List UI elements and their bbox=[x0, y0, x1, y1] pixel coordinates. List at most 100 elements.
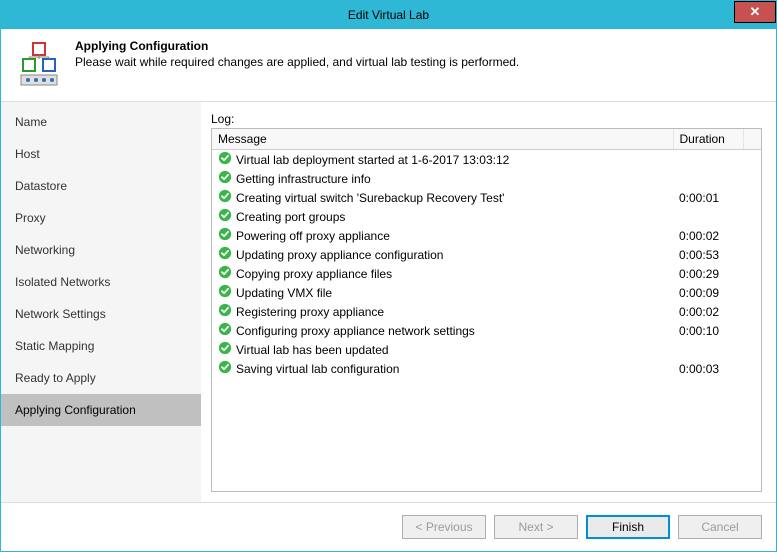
log-duration-cell: 0:00:02 bbox=[673, 302, 743, 321]
log-duration-cell bbox=[673, 340, 743, 359]
sidebar-item-label: Networking bbox=[15, 243, 75, 257]
sidebar-item-label: Host bbox=[15, 147, 40, 161]
sidebar-item-name[interactable]: Name bbox=[1, 106, 201, 138]
log-row[interactable]: Registering proxy appliance 0:00:02 bbox=[212, 302, 761, 321]
titlebar: Edit Virtual Lab ✕ bbox=[1, 1, 776, 29]
log-message-text: Configuring proxy appliance network sett… bbox=[236, 324, 475, 338]
success-icon bbox=[218, 265, 232, 282]
log-spacer-cell bbox=[743, 340, 761, 359]
sidebar-item-label: Ready to Apply bbox=[15, 371, 96, 385]
log-spacer-cell bbox=[743, 226, 761, 245]
sidebar-item-label: Proxy bbox=[15, 211, 46, 225]
success-icon bbox=[218, 246, 232, 263]
log-message-cell: Virtual lab has been updated bbox=[212, 340, 673, 359]
log-spacer-cell bbox=[743, 302, 761, 321]
success-icon bbox=[218, 360, 232, 377]
log-message-text: Getting infrastructure info bbox=[236, 172, 371, 186]
log-label: Log: bbox=[211, 112, 762, 126]
log-spacer-cell bbox=[743, 169, 761, 188]
log-message-text: Saving virtual lab configuration bbox=[236, 362, 399, 376]
log-message-cell: Updating proxy appliance configuration bbox=[212, 245, 673, 264]
sidebar-item-ready-to-apply[interactable]: Ready to Apply bbox=[1, 362, 201, 394]
log-header-row: Message Duration bbox=[212, 129, 761, 150]
log-spacer-cell bbox=[743, 207, 761, 226]
log-row[interactable]: Saving virtual lab configuration 0:00:03 bbox=[212, 359, 761, 378]
log-duration-cell: 0:00:29 bbox=[673, 264, 743, 283]
sidebar-item-static-mapping[interactable]: Static Mapping bbox=[1, 330, 201, 362]
log-message-text: Registering proxy appliance bbox=[236, 305, 384, 319]
log-row[interactable]: Powering off proxy appliance0:00:02 bbox=[212, 226, 761, 245]
log-spacer-cell bbox=[743, 245, 761, 264]
log-row[interactable]: Copying proxy appliance files 0:00:29 bbox=[212, 264, 761, 283]
log-duration-cell: 0:00:53 bbox=[673, 245, 743, 264]
wizard-header-text: Applying Configuration Please wait while… bbox=[75, 39, 519, 69]
log-spacer-cell bbox=[743, 321, 761, 340]
window-title: Edit Virtual Lab bbox=[348, 8, 429, 22]
sidebar-item-label: Static Mapping bbox=[15, 339, 94, 353]
log-spacer-cell bbox=[743, 150, 761, 170]
col-duration[interactable]: Duration bbox=[673, 129, 743, 150]
log-message-text: Copying proxy appliance files bbox=[236, 267, 392, 281]
sidebar-item-proxy[interactable]: Proxy bbox=[1, 202, 201, 234]
sidebar-item-label: Isolated Networks bbox=[15, 275, 110, 289]
sidebar-item-host[interactable]: Host bbox=[1, 138, 201, 170]
log-row[interactable]: Virtual lab has been updated bbox=[212, 340, 761, 359]
log-spacer-cell bbox=[743, 264, 761, 283]
log-message-text: Creating virtual switch 'Surebackup Reco… bbox=[236, 191, 504, 205]
log-row[interactable]: Getting infrastructure info bbox=[212, 169, 761, 188]
log-row[interactable]: Creating port groups bbox=[212, 207, 761, 226]
log-table-container[interactable]: Message Duration Virtual lab deployment … bbox=[211, 128, 762, 492]
content-area: Name Host Datastore Proxy Networking Isolated… bbox=[1, 101, 776, 502]
log-row[interactable]: Configuring proxy appliance network sett… bbox=[212, 321, 761, 340]
log-message-cell: Copying proxy appliance files bbox=[212, 264, 673, 283]
log-duration-cell: 0:00:02 bbox=[673, 226, 743, 245]
log-spacer-cell bbox=[743, 359, 761, 378]
log-row[interactable]: Updating VMX file 0:00:09 bbox=[212, 283, 761, 302]
success-icon bbox=[218, 208, 232, 225]
success-icon bbox=[218, 341, 232, 358]
log-message-text: Virtual lab deployment started at 1-6-20… bbox=[236, 153, 509, 167]
log-duration-cell: 0:00:03 bbox=[673, 359, 743, 378]
success-icon bbox=[218, 284, 232, 301]
sidebar-item-networking[interactable]: Networking bbox=[1, 234, 201, 266]
dialog-window: Edit Virtual Lab ✕ Applying Config bbox=[0, 0, 777, 552]
cancel-button: Cancel bbox=[678, 515, 762, 539]
log-row[interactable]: Virtual lab deployment started at 1-6-20… bbox=[212, 150, 761, 170]
log-message-text: Updating proxy appliance configuration bbox=[236, 248, 443, 262]
page-title: Applying Configuration bbox=[75, 39, 519, 53]
col-message[interactable]: Message bbox=[212, 129, 673, 150]
log-duration-cell bbox=[673, 207, 743, 226]
wizard-header: Applying Configuration Please wait while… bbox=[1, 29, 776, 101]
log-message-cell: Creating port groups bbox=[212, 207, 673, 226]
wizard-sidebar: Name Host Datastore Proxy Networking Isolated… bbox=[1, 102, 201, 502]
log-message-text: Updating VMX file bbox=[236, 286, 332, 300]
sidebar-item-isolated-networks[interactable]: Isolated Networks bbox=[1, 266, 201, 298]
sidebar-item-network-settings[interactable]: Network Settings bbox=[1, 298, 201, 330]
log-duration-cell: 0:00:09 bbox=[673, 283, 743, 302]
log-row[interactable]: Updating proxy appliance configuration 0:… bbox=[212, 245, 761, 264]
close-button[interactable]: ✕ bbox=[734, 1, 776, 23]
finish-button[interactable]: Finish bbox=[586, 515, 670, 539]
log-duration-cell: 0:00:01 bbox=[673, 188, 743, 207]
log-message-cell: Getting infrastructure info bbox=[212, 169, 673, 188]
log-duration-cell bbox=[673, 150, 743, 170]
log-message-cell: Creating virtual switch 'Surebackup Reco… bbox=[212, 188, 673, 207]
log-message-cell: Powering off proxy appliance bbox=[212, 226, 673, 245]
sidebar-item-datastore[interactable]: Datastore bbox=[1, 170, 201, 202]
log-message-text: Virtual lab has been updated bbox=[236, 343, 389, 357]
col-spacer bbox=[743, 129, 761, 150]
log-row[interactable]: Creating virtual switch 'Surebackup Reco… bbox=[212, 188, 761, 207]
success-icon bbox=[218, 189, 232, 206]
wizard-footer: < Previous Next > Finish Cancel bbox=[1, 502, 776, 551]
sidebar-item-applying-configuration[interactable]: Applying Configuration bbox=[1, 394, 201, 426]
close-icon: ✕ bbox=[750, 4, 761, 20]
wizard-icon bbox=[15, 39, 63, 87]
log-message-cell: Registering proxy appliance bbox=[212, 302, 673, 321]
main-panel: Log: Message Duration Virtual lab deploy… bbox=[201, 102, 776, 502]
sidebar-item-label: Applying Configuration bbox=[15, 403, 136, 417]
success-icon bbox=[218, 322, 232, 339]
success-icon bbox=[218, 170, 232, 187]
log-message-cell: Updating VMX file bbox=[212, 283, 673, 302]
log-table: Message Duration Virtual lab deployment … bbox=[212, 129, 761, 378]
sidebar-item-label: Datastore bbox=[15, 179, 67, 193]
